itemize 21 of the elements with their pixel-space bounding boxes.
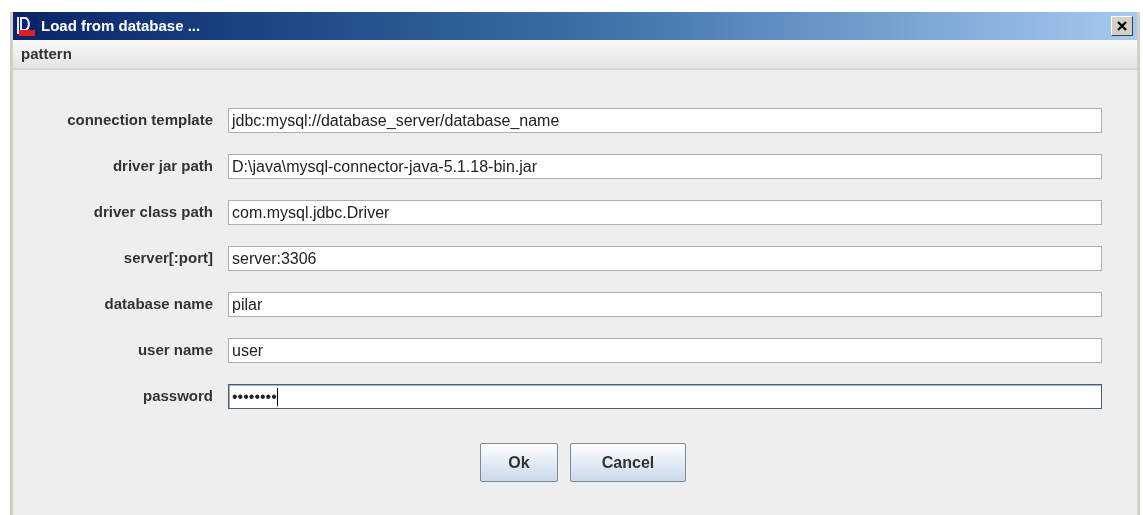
close-icon	[1117, 21, 1127, 31]
field-label: driver jar path	[111, 156, 214, 177]
field-label: connection template	[66, 110, 214, 131]
field-label: user name	[136, 340, 214, 361]
field-label: server[:port]	[122, 248, 214, 269]
input-field[interactable]: com.mysql.jdbc.Driver	[228, 200, 1102, 225]
input-field[interactable]: user	[228, 338, 1102, 363]
close-button[interactable]	[1111, 16, 1133, 36]
input-field[interactable]: D:\java\mysql-connector-java-5.1.18-bin.jar	[228, 154, 1102, 179]
field-label: driver class path	[92, 202, 214, 223]
field-label: database name	[103, 294, 214, 315]
cancel-button[interactable]: Cancel	[570, 443, 686, 482]
input-field[interactable]: pilar	[228, 292, 1102, 317]
input-field[interactable]: server:3306	[228, 246, 1102, 271]
field-label: password	[141, 386, 214, 407]
input-field[interactable]: ••••••••	[228, 384, 1102, 409]
window-title: Load from database ...	[41, 15, 201, 36]
ok-button[interactable]: Ok	[480, 443, 558, 482]
menu-item[interactable]: pattern	[21, 42, 72, 66]
app-logo-icon	[15, 14, 37, 38]
input-field[interactable]: jdbc:mysql://database_server/database_name	[228, 108, 1102, 133]
